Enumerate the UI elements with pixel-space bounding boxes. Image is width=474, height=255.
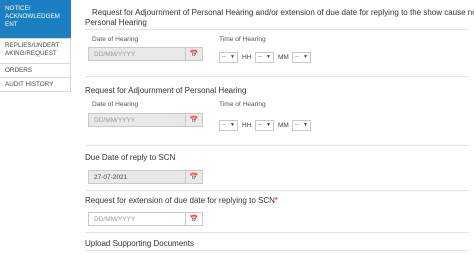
calendar-icon: 📅 [185,171,202,183]
due-date-field: 📅 [88,170,203,184]
calendar-icon[interactable]: 📅 [185,48,202,60]
personal-hearing-heading: Personal Hearing [85,18,147,27]
sidebar-nav: NOTICE/ ACKNOWLEDGEM ENT REPLIES/UNDERT … [0,0,71,255]
hearing-hour-select[interactable]: -- ▼ [219,52,238,63]
adjournment-date-input[interactable] [89,114,186,126]
divider [85,145,469,146]
chevron-down-icon: ▼ [266,122,271,128]
required-mark: * [274,196,279,205]
chevron-down-icon: ▼ [230,122,235,128]
adjournment-minute-select[interactable]: -- ▼ [255,120,274,131]
calendar-icon[interactable]: 📅 [185,114,202,126]
adjournment-heading: Request for Adjournment of Personal Hear… [85,86,247,95]
extension-date-field[interactable]: 📅 [88,212,203,226]
hearing-date-field[interactable]: 📅 [88,47,203,61]
mm-unit: MM [278,122,289,129]
divider [85,232,469,233]
hearing-date-label: Date of Hearing [92,36,139,43]
sidebar-item-replies[interactable]: REPLIES/UNDERT AKING/REQUEST [0,39,71,64]
divider [85,250,469,251]
ampm-value: -- [295,54,299,60]
main-content: Request for Adjournment of Personal Hear… [79,0,474,255]
extension-heading: Request for extension of due date for re… [85,196,278,205]
hour-value: -- [222,54,226,60]
due-date-input [89,171,186,183]
divider [85,190,469,191]
extension-heading-text: Request for extension of due date for re… [85,196,275,205]
hearing-date-input[interactable] [89,48,186,60]
chevron-down-icon: ▼ [303,122,308,128]
adjournment-hour-select[interactable]: -- ▼ [219,120,238,131]
chevron-down-icon: ▼ [230,54,235,60]
adjournment-date-field[interactable]: 📅 [88,113,203,127]
chevron-down-icon: ▼ [303,54,308,60]
ampm-value: -- [295,122,299,128]
sidebar-item-notice[interactable]: NOTICE/ ACKNOWLEDGEM ENT [0,0,71,39]
adjournment-date-label: Date of Hearing [92,101,139,108]
hh-unit: HH [242,122,252,129]
hh-unit: HH [242,54,252,61]
adjournment-ampm-select[interactable]: -- ▼ [292,120,311,131]
adjournment-time-label: Time of Hearing [219,101,266,108]
calendar-icon[interactable]: 📅 [185,213,202,225]
page-title: Request for Adjournment of Personal Hear… [92,8,474,17]
mm-unit: MM [278,54,289,61]
hour-value: -- [222,122,226,128]
divider [85,76,469,77]
sidebar-item-orders[interactable]: ORDERS [0,64,71,78]
sidebar-item-audit-history[interactable]: AUDIT HISTORY [0,78,71,92]
minute-value: -- [258,54,262,60]
minute-value: -- [258,122,262,128]
chevron-down-icon: ▼ [266,54,271,60]
divider [85,29,469,30]
hearing-ampm-select[interactable]: -- ▼ [292,52,311,63]
due-date-heading: Due Date of reply to SCN [85,153,176,162]
extension-date-input[interactable] [89,213,186,225]
upload-heading: Upload Supporting Documents [85,239,194,248]
hearing-minute-select[interactable]: -- ▼ [255,52,274,63]
hearing-time-label: Time of Hearing [219,36,266,43]
